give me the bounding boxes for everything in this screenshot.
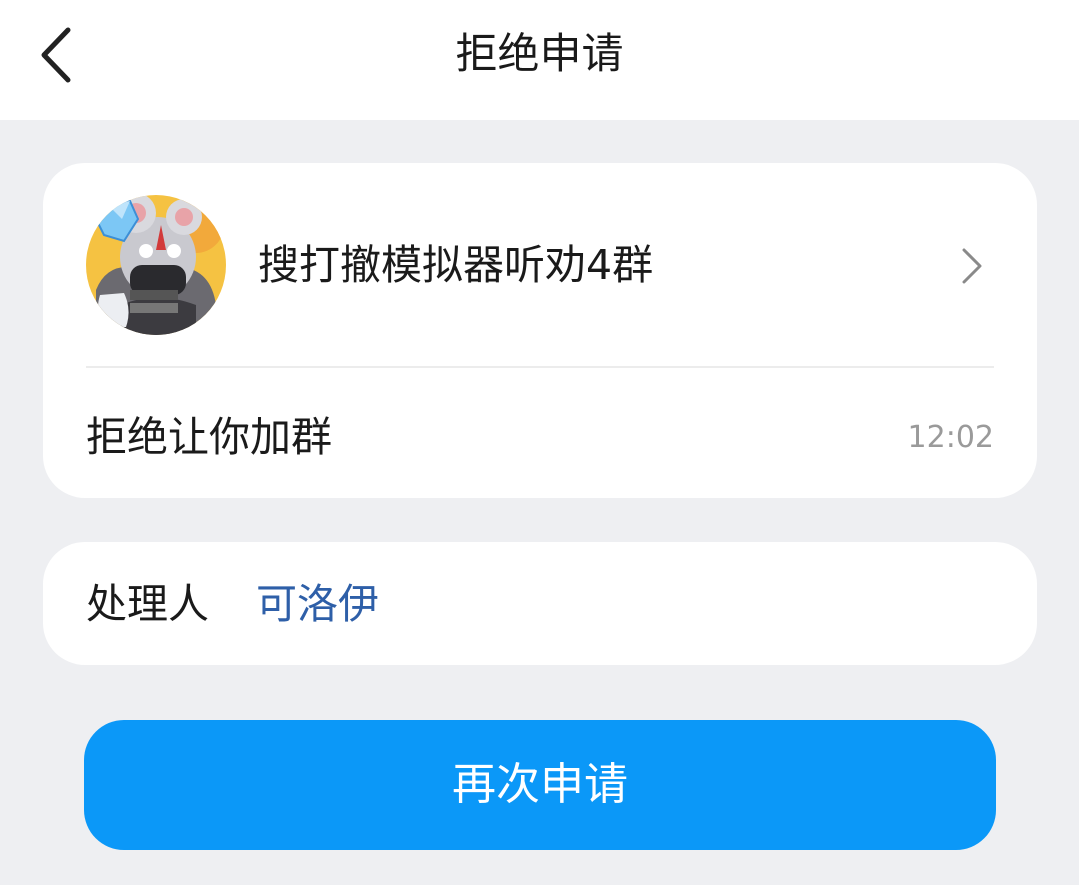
chevron-right-icon — [962, 248, 982, 284]
page-title: 拒绝申请 — [455, 29, 624, 78]
group-row[interactable]: 搜打撤模拟器听劝4群 — [43, 163, 1037, 367]
handler-label: 处理人 — [86, 580, 209, 628]
top-bar: 拒绝申请 — [0, 0, 1079, 120]
rejection-reason: 拒绝让你加群 — [86, 413, 332, 461]
group-name: 搜打撤模拟器听劝4群 — [258, 241, 654, 289]
reapply-button[interactable]: 再次申请 — [84, 720, 996, 850]
divider — [86, 366, 994, 368]
handler-card: 处理人 可洛伊 — [43, 542, 1037, 665]
group-info-card: 搜打撤模拟器听劝4群 拒绝让你加群 12:02 — [43, 163, 1037, 498]
timestamp: 12:02 — [907, 420, 994, 455]
handler-name-link[interactable]: 可洛伊 — [256, 576, 379, 632]
group-avatar — [86, 195, 226, 335]
